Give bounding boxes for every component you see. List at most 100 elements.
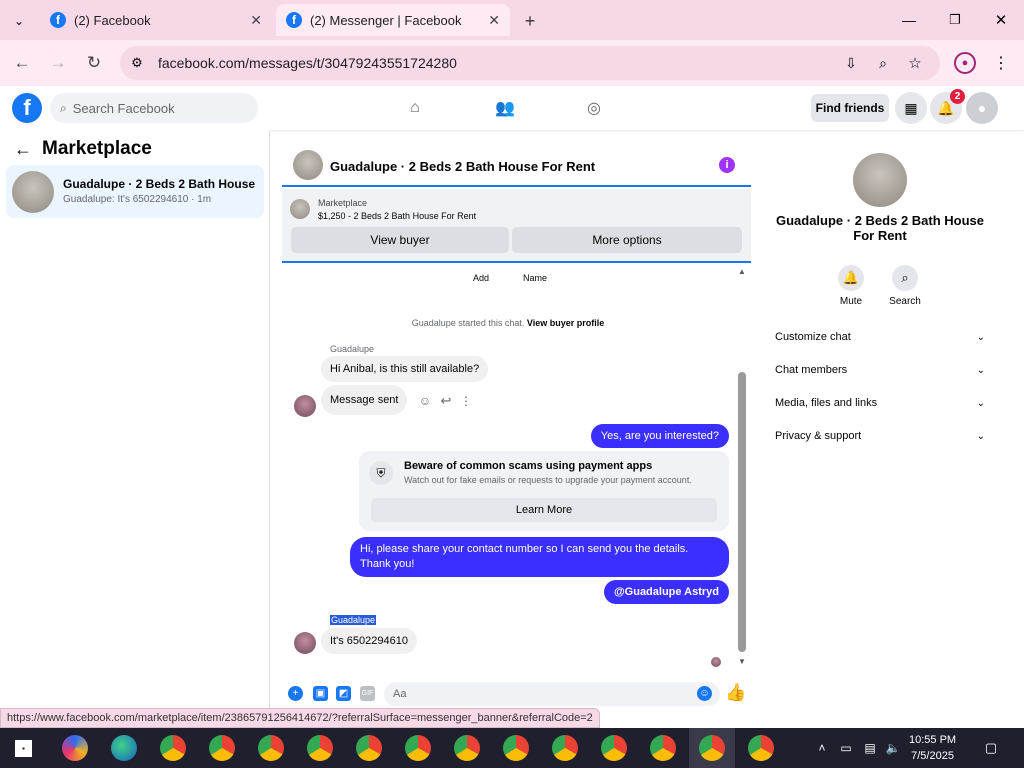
new-tab-plus-icon[interactable]: + [518,10,542,32]
chrome-icon[interactable] [209,735,235,761]
chrome-icon[interactable] [650,735,676,761]
chrome-icon[interactable] [356,735,382,761]
site-settings-icon[interactable]: ⚙ [126,52,148,74]
groups-icon[interactable]: ◎ [581,96,607,120]
volume-icon[interactable]: 🔈 [885,738,901,758]
listing-large-thumbnail[interactable] [853,153,907,207]
tab-list-chevron-icon[interactable]: ⌄ [8,10,30,32]
status-url-bar: https://www.facebook.com/marketplace/ite… [0,708,600,728]
mute-bell-icon[interactable]: 🔔 [838,265,864,291]
chrome-icon[interactable] [405,735,431,761]
install-app-icon[interactable]: ⇩ [840,52,862,74]
reload-icon[interactable]: ↻ [80,49,108,77]
reply-icon[interactable]: ↩ [438,393,454,409]
camera-icon[interactable]: ▭ [838,738,854,758]
message-out[interactable]: Hi, please share your contact number so … [350,537,729,577]
message-in[interactable]: Hi Anibal, is this still available? [321,356,489,382]
tab-facebook[interactable]: f (2) Facebook ✕ [40,4,272,36]
info-icon[interactable]: i [719,157,735,173]
view-buyer-button[interactable]: View buyer [291,227,509,253]
chrome-icon[interactable] [503,735,529,761]
browser-menu-icon[interactable]: ⋮ [992,52,1010,74]
chrome-icon[interactable] [601,735,627,761]
chat-members-item[interactable]: Chat members ⌄ [775,364,985,376]
url-text: facebook.com/messages/t/3047924355172428… [158,55,457,71]
marketplace-title: Marketplace [42,138,152,159]
taskbar-clock[interactable]: 10:55 PM 7/5/2025 [909,732,956,764]
view-buyer-profile-link[interactable]: View buyer profile [527,318,604,328]
conversation-preview: Guadalupe: It's 6502294610 · 1m [63,194,212,205]
add-label: Add [473,273,490,283]
profile-icon[interactable]: ● [954,52,976,74]
menu-item-label: Privacy & support [775,430,862,442]
chrome-icon[interactable] [258,735,284,761]
close-tab-icon[interactable]: ✕ [488,12,500,29]
account-avatar-icon[interactable]: ● [966,92,998,124]
facebook-favicon-icon: f [50,12,66,28]
info-panel-title: Guadalupe · 2 Beds 2 Bath House For Rent [775,213,985,243]
thumbs-up-icon[interactable]: 👍 [725,683,746,703]
scam-warning-title: Beware of common scams using payment app… [404,460,653,472]
privacy-support-item[interactable]: Privacy & support ⌄ [775,430,985,442]
guadalupe-avatar[interactable] [294,395,316,417]
message-in[interactable]: It's 6502294610 [321,628,417,654]
scroll-up-arrow-icon[interactable]: ▲ [737,266,747,276]
scroll-down-arrow-icon[interactable]: ▼ [737,656,747,666]
chrome-icon[interactable] [748,735,774,761]
minimize-icon[interactable]: — [896,8,922,32]
chrome-icon[interactable] [552,735,578,761]
message-input[interactable]: Aa [384,682,720,706]
scrollbar-thumb[interactable] [738,372,746,652]
edge-icon[interactable] [111,735,137,761]
emoji-icon[interactable]: ☺ [697,686,712,701]
back-arrow-icon[interactable]: ← [8,49,36,77]
facebook-logo-icon[interactable]: f [12,93,42,123]
message-in[interactable]: Message sent [321,385,408,415]
close-window-icon[interactable]: ✕ [988,8,1014,32]
forward-arrow-icon[interactable]: → [44,49,72,77]
search-placeholder: Search Facebook [72,100,175,116]
banner-label: Marketplace [318,198,368,208]
facebook-search-input[interactable]: ⌕ Search Facebook [50,93,258,123]
search-icon[interactable]: ⌕ [892,265,918,291]
learn-more-button[interactable]: Learn More [371,498,717,522]
sticker-icon[interactable]: ◩ [336,686,351,701]
close-tab-icon[interactable]: ✕ [250,12,262,29]
more-actions-icon[interactable]: ⋮ [459,393,473,409]
find-friends-button[interactable]: Find friends [811,94,889,122]
chrome-icon[interactable] [454,735,480,761]
restore-icon[interactable]: ❐ [942,8,968,32]
network-icon[interactable]: ▤ [862,738,878,758]
chrome-icon[interactable] [699,735,725,761]
listing-title[interactable]: $1,250 - 2 Beds 2 Bath House For Rent [318,211,476,221]
bookmark-star-icon[interactable]: ☆ [904,52,926,74]
notification-center-icon[interactable]: ▢ [982,738,1000,758]
friends-icon[interactable]: 👥 [492,96,518,120]
notification-badge: 2 [950,89,965,104]
home-icon[interactable]: ⌂ [402,96,428,120]
url-input[interactable]: facebook.com/messages/t/3047924355172428… [120,46,940,80]
scam-warning-subtitle: Watch out for fake emails or requests to… [404,475,692,485]
message-out[interactable]: @Guadalupe Astryd [603,580,729,604]
menu-grid-icon[interactable]: ▦ [895,92,927,124]
chat-thumbnail[interactable] [293,150,323,180]
copilot-icon[interactable] [62,735,88,761]
media-files-links-item[interactable]: Media, files and links ⌄ [775,397,985,409]
facebook-favicon-icon: f [286,12,302,28]
gif-icon[interactable]: GIF [360,686,375,701]
photo-icon[interactable]: ▣ [313,686,328,701]
back-arrow-icon[interactable]: ← [14,139,32,160]
more-options-button[interactable]: More options [512,227,742,253]
react-emoji-icon[interactable]: ☺ [417,393,433,409]
plus-icon[interactable]: + [288,686,303,701]
message-out[interactable]: Yes, are you interested? [590,424,729,448]
chevron-down-icon: ⌄ [976,331,985,343]
guadalupe-avatar[interactable] [294,632,316,654]
customize-chat-item[interactable]: Customize chat ⌄ [775,331,985,343]
zoom-icon[interactable]: ⌕ [872,52,894,74]
tab-messenger[interactable]: f (2) Messenger | Facebook ✕ [276,4,510,36]
chrome-icon[interactable] [307,735,333,761]
tray-chevron-up-icon[interactable]: ˄ [814,738,830,758]
windows-start-icon[interactable] [15,740,32,757]
chrome-icon[interactable] [160,735,186,761]
